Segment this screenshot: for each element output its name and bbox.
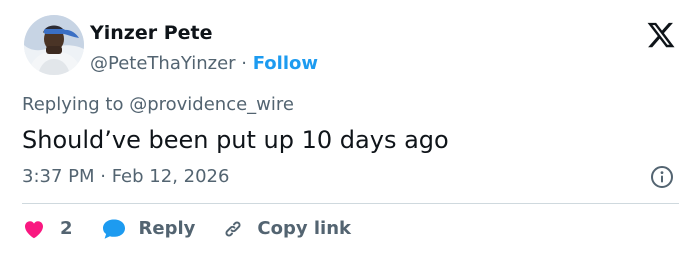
reply-button[interactable]: Reply: [101, 216, 196, 242]
author-info: Yinzer Pete @PeteThaYinzer · Follow: [90, 20, 318, 77]
link-icon: [225, 221, 241, 237]
replying-to[interactable]: Replying to @providence_wire: [22, 92, 294, 118]
like-count: 2: [60, 218, 73, 239]
like-button[interactable]: 2: [22, 216, 73, 242]
divider: [22, 203, 679, 204]
avatar[interactable]: [24, 15, 84, 75]
avatar-image: [24, 15, 84, 75]
heart-icon: [25, 221, 43, 239]
copy-link-button[interactable]: Copy link: [221, 216, 351, 242]
tweet-text: Should’ve been put up 10 days ago: [22, 126, 449, 154]
timestamp[interactable]: 3:37 PM · Feb 12, 2026: [22, 164, 229, 190]
separator: ·: [235, 53, 253, 74]
x-logo-icon[interactable]: [646, 20, 676, 50]
copy-link-label: Copy link: [257, 218, 351, 239]
follow-button[interactable]: Follow: [253, 53, 318, 74]
tweet-card: Yinzer Pete @PeteThaYinzer · Follow Repl…: [0, 0, 700, 256]
reply-label: Reply: [138, 218, 196, 239]
action-bar: 2 Reply Copy link: [22, 214, 351, 244]
display-name[interactable]: Yinzer Pete: [90, 20, 318, 46]
info-icon[interactable]: [650, 165, 674, 189]
speech-bubble-icon: [102, 219, 125, 239]
handle[interactable]: @PeteThaYinzer: [90, 53, 236, 74]
handle-line: @PeteThaYinzer · Follow: [90, 51, 318, 77]
